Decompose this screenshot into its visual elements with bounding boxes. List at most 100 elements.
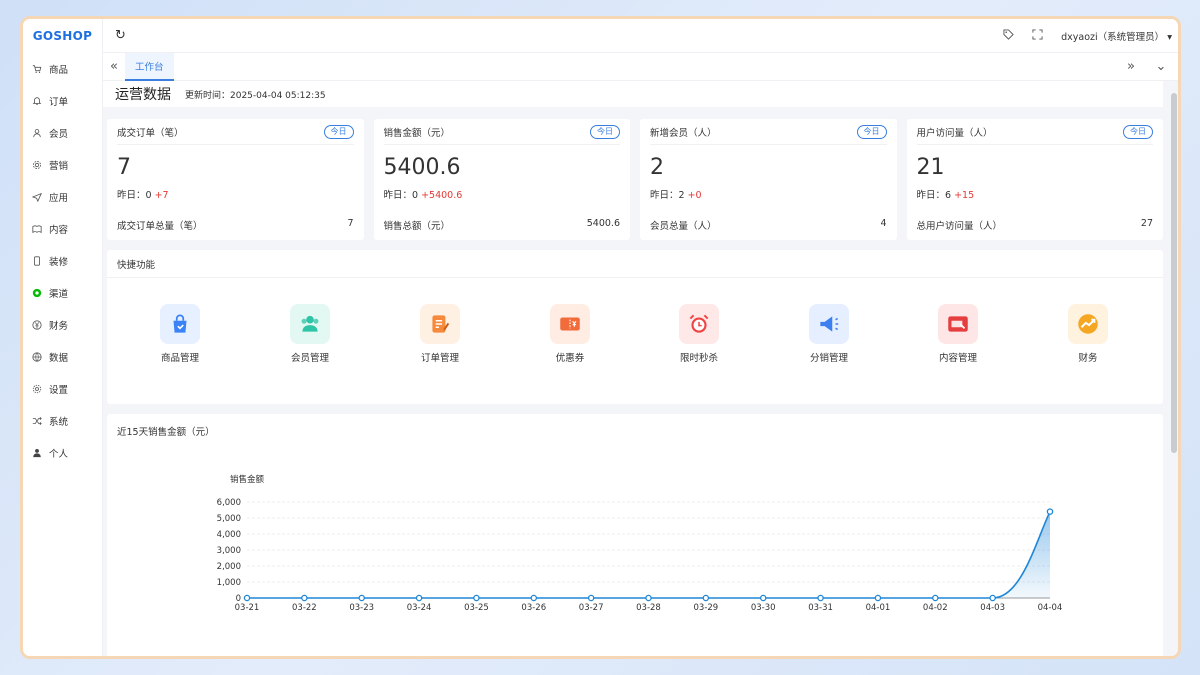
x-tick-label: 03-29 — [694, 603, 719, 613]
card-value: 2 — [650, 155, 664, 180]
sidebar-item-1[interactable]: 订单 — [23, 85, 102, 117]
x-tick-label: 03-21 — [235, 603, 260, 613]
data-point — [473, 594, 480, 602]
user-icon — [31, 127, 43, 139]
page-title: 运营数据 — [115, 87, 171, 103]
scroll-left-icon[interactable]: « — [103, 59, 125, 74]
x-tick-label: 03-25 — [464, 603, 489, 613]
sidebar-item-label: 营销 — [49, 161, 69, 172]
person-icon — [31, 447, 43, 459]
send-icon — [31, 191, 43, 203]
sidebar-item-10[interactable]: 设置 — [23, 373, 102, 405]
globe-icon — [31, 351, 43, 363]
sidebar-item-8[interactable]: 财务 — [23, 309, 102, 341]
data-point — [759, 594, 767, 602]
quick-item-label: 内容管理 — [938, 353, 977, 364]
bell-icon — [31, 95, 43, 107]
y-tick-label: 1,000 — [217, 578, 241, 588]
quick-functions: 快捷功能 商品管理 会员管理 订单管理 优惠券 限时秒杀 分销管理 内容管理 财务 — [107, 250, 1163, 404]
quick-item[interactable]: 限时秒杀 — [659, 304, 739, 364]
quick-item-label: 限时秒杀 — [679, 353, 718, 364]
card-value: 21 — [916, 155, 945, 180]
sidebar-item-11[interactable]: 系统 — [23, 405, 102, 437]
yesterday-value: 昨日：2 — [650, 190, 685, 201]
card-value: 7 — [117, 155, 131, 180]
sidebar-item-0[interactable]: 商品 — [23, 53, 102, 85]
sidebar-item-7[interactable]: 渠道 — [23, 277, 102, 309]
quick-title: 快捷功能 — [107, 250, 1163, 278]
settings-icon — [31, 383, 43, 395]
alarm-clock-icon — [679, 304, 719, 344]
sidebar-item-5[interactable]: 内容 — [23, 213, 102, 245]
today-badge[interactable]: 今日 — [856, 124, 887, 139]
top-bar: ↻ dxyaozi（系统管理员） ▾ — [103, 19, 1178, 53]
delta-value: +15 — [954, 190, 975, 201]
x-tick-label: 03-22 — [292, 603, 317, 613]
data-point — [817, 594, 824, 602]
total-label: 会员总量（人） — [650, 221, 717, 232]
scroll-right-icon[interactable]: » — [1120, 59, 1142, 74]
refresh-icon[interactable]: ↻ — [115, 28, 126, 43]
sidebar-item-label: 应用 — [49, 193, 69, 204]
app-frame: GOSHOP 商品 订单 会员 营销 应用 内容 装修 渠道 财务 数据 设置 系统 个人 ↻ dxya… — [20, 16, 1181, 659]
sidebar-item-12[interactable]: 个人 — [23, 437, 102, 469]
today-badge[interactable]: 今日 — [1123, 124, 1153, 139]
data-point — [645, 594, 652, 602]
content-icon — [938, 304, 978, 344]
total-value: 4 — [880, 218, 887, 229]
finance-icon — [1068, 304, 1108, 344]
chevron-down-icon[interactable]: ⌄ — [1150, 59, 1172, 74]
scroll-thumb[interactable] — [1171, 93, 1177, 453]
sidebar-item-label: 装修 — [49, 257, 69, 268]
quick-item[interactable]: 商品管理 — [140, 304, 220, 364]
stat-cards: 成交订单（笔） 今日 7 昨日：0 +7 成交订单总量（笔） 7 销售金额（元） 今日 5400… — [107, 119, 1163, 240]
card-title: 销售金额（元） — [383, 127, 451, 139]
yen-icon — [31, 319, 43, 331]
data-point — [415, 594, 423, 602]
caret-down-icon: ▾ — [1167, 31, 1172, 43]
fullscreen-icon[interactable] — [1032, 28, 1043, 43]
quick-item[interactable]: 财务 — [1048, 304, 1128, 364]
quick-item[interactable]: 分销管理 — [789, 304, 869, 364]
y-tick-label: 3,000 — [217, 546, 241, 556]
sidebar-item-6[interactable]: 装修 — [23, 245, 102, 277]
quick-item[interactable]: 会员管理 — [270, 304, 350, 364]
quick-item-label: 会员管理 — [290, 353, 329, 364]
total-label: 销售总额（元） — [383, 221, 451, 232]
update-time: 更新时间：2025-04-04 05:12:35 — [185, 90, 326, 101]
quick-item-label: 优惠券 — [555, 353, 585, 364]
data-point — [243, 594, 251, 602]
sidebar-item-2[interactable]: 会员 — [23, 117, 102, 149]
tab-dashboard[interactable]: 工作台 — [125, 52, 174, 81]
quick-item-label: 商品管理 — [160, 353, 199, 364]
today-badge[interactable]: 今日 — [590, 124, 620, 139]
sidebar-item-4[interactable]: 应用 — [23, 181, 102, 213]
scrollbar[interactable] — [1170, 81, 1178, 656]
quick-item[interactable]: 优惠券 — [530, 304, 610, 364]
x-tick-label: 03-30 — [751, 603, 776, 613]
card-title: 新增会员（人） — [650, 127, 717, 139]
main-content: 运营数据 更新时间：2025-04-04 05:12:35 成交订单（笔） 今日 7… — [103, 81, 1175, 656]
data-point — [702, 594, 710, 602]
phone-icon — [31, 255, 43, 267]
sidebar-item-3[interactable]: 营销 — [23, 149, 102, 181]
quick-item-label: 分销管理 — [809, 353, 848, 364]
x-tick-label: 04-03 — [980, 603, 1005, 613]
data-point — [358, 594, 365, 602]
quick-item[interactable]: 内容管理 — [918, 304, 998, 364]
data-point — [587, 594, 595, 602]
app-logo[interactable]: GOSHOP — [23, 19, 102, 53]
y-tick-label: 6,000 — [217, 498, 241, 508]
stat-card: 成交订单（笔） 今日 7 昨日：0 +7 成交订单总量（笔） 7 — [107, 119, 364, 240]
x-tick-label: 03-26 — [521, 603, 546, 613]
sales-chart: 销售金额01,0002,0003,0004,0005,0006,00003-21… — [217, 474, 1063, 613]
wechat-icon — [31, 287, 43, 299]
sidebar-item-9[interactable]: 数据 — [23, 341, 102, 373]
user-menu[interactable]: dxyaozi（系统管理员） ▾ — [1061, 29, 1172, 43]
total-value: 27 — [1140, 218, 1153, 229]
sidebar-item-label: 商品 — [49, 65, 69, 76]
tag-icon[interactable] — [1003, 28, 1014, 43]
today-badge[interactable]: 今日 — [323, 124, 354, 139]
x-tick-label: 03-23 — [349, 603, 374, 613]
quick-item[interactable]: 订单管理 — [400, 304, 480, 364]
